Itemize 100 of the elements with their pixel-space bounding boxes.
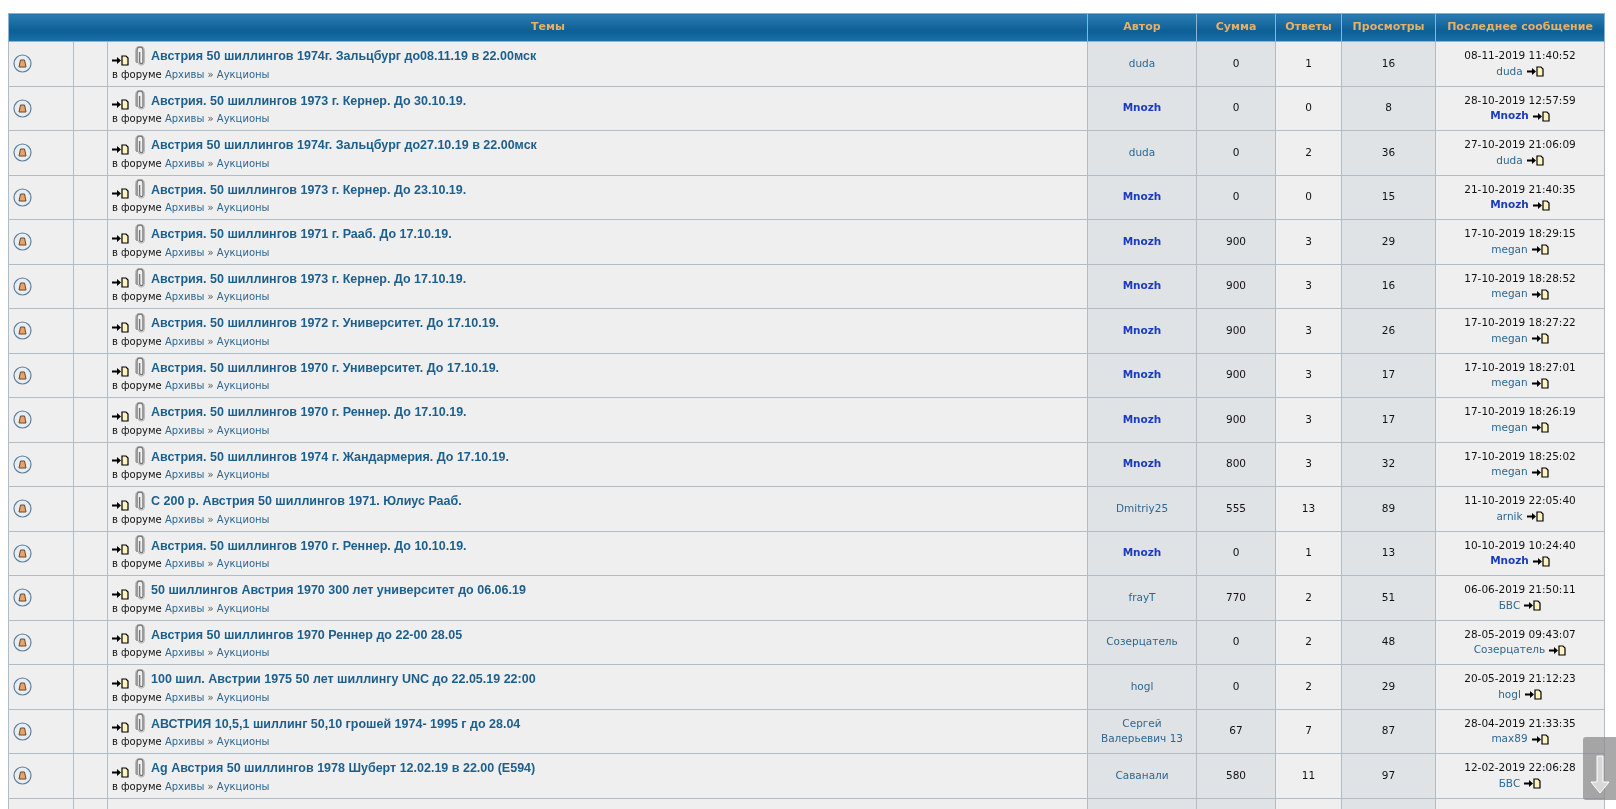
- subforum-link[interactable]: Аукционы: [216, 291, 270, 303]
- arrow-page-icon[interactable]: [112, 544, 129, 556]
- subforum-link[interactable]: Аукционы: [216, 202, 270, 214]
- author-link[interactable]: duda: [1496, 152, 1523, 169]
- arrow-page-icon[interactable]: [1531, 333, 1549, 345]
- forum-link[interactable]: Архивы: [164, 469, 205, 481]
- arrow-page-icon[interactable]: [112, 766, 129, 778]
- topic-link[interactable]: 50 шиллингов Австрия 1970 300 лет университет до 06.06.19: [151, 581, 526, 600]
- topic-link[interactable]: Австрия. 50 шиллингов 1974 г. Жандармерия. До 17.10.19.: [151, 447, 509, 467]
- subforum-link[interactable]: Аукционы: [216, 424, 270, 436]
- author-link[interactable]: Mnozh: [1122, 233, 1162, 250]
- author-link[interactable]: Mnozh: [1122, 411, 1162, 428]
- arrow-page-icon[interactable]: [112, 588, 129, 600]
- topic-link[interactable]: Австрия. 50 шиллингов 1973 г. Кернер. До 30.10.19.: [151, 91, 467, 111]
- author-link[interactable]: Mnozh: [1122, 322, 1162, 339]
- subforum-link[interactable]: Аукционы: [216, 558, 270, 570]
- arrow-page-icon[interactable]: [1532, 110, 1550, 122]
- subforum-link[interactable]: Аукционы: [216, 335, 270, 347]
- forum-link[interactable]: Архивы: [164, 736, 205, 748]
- topic-link[interactable]: Австрия. 50 шиллингов 1970 г. Университет. До 17.10.19.: [151, 358, 500, 378]
- arrow-page-icon[interactable]: [1524, 778, 1542, 790]
- arrow-page-icon[interactable]: [112, 232, 129, 244]
- author-link[interactable]: БВС: [1498, 597, 1521, 614]
- author-link[interactable]: max89: [1491, 731, 1528, 747]
- forum-link[interactable]: Архивы: [164, 602, 205, 614]
- forum-link[interactable]: Архивы: [164, 68, 205, 80]
- author-link[interactable]: Mnozh: [1122, 545, 1162, 562]
- forum-link[interactable]: Архивы: [164, 513, 205, 525]
- arrow-page-icon[interactable]: [112, 499, 129, 511]
- topic-link[interactable]: Австрия. 50 шиллингов 1973 г. Кернер. До 17.10.19.: [151, 269, 467, 289]
- subforum-link[interactable]: Аукционы: [216, 647, 270, 659]
- author-link[interactable]: duda: [1128, 55, 1156, 72]
- author-link[interactable]: Mnozh: [1122, 100, 1162, 117]
- author-link[interactable]: megan: [1491, 419, 1528, 436]
- subforum-link[interactable]: Аукционы: [216, 68, 270, 80]
- subforum-link[interactable]: Аукционы: [216, 157, 270, 169]
- arrow-page-icon[interactable]: [112, 188, 129, 200]
- arrow-page-icon[interactable]: [1532, 199, 1550, 211]
- author-link[interactable]: hogl: [1498, 686, 1521, 703]
- author-link[interactable]: megan: [1491, 286, 1528, 302]
- author-link[interactable]: Mnozh: [1490, 553, 1529, 569]
- arrow-page-icon[interactable]: [1531, 733, 1549, 745]
- author-link[interactable]: Mnozh: [1490, 108, 1529, 124]
- arrow-page-icon[interactable]: [1531, 422, 1549, 434]
- topic-link[interactable]: С 200 р. Австрия 50 шиллингов 1971. Юлиус Рааб.: [151, 492, 462, 511]
- author-link[interactable]: duda: [1128, 144, 1156, 161]
- author-link[interactable]: megan: [1491, 330, 1528, 347]
- topic-link[interactable]: Австрия. 50 шиллингов 1970 г. Реннер. До 10.10.19.: [151, 536, 467, 556]
- subforum-link[interactable]: Аукционы: [216, 513, 270, 525]
- arrow-page-icon[interactable]: [1526, 66, 1544, 78]
- author-link[interactable]: Mnozh: [1122, 456, 1162, 473]
- forum-link[interactable]: Архивы: [164, 380, 205, 392]
- author-link[interactable]: megan: [1491, 375, 1528, 391]
- author-link[interactable]: megan: [1491, 464, 1528, 480]
- arrow-page-icon[interactable]: [112, 410, 129, 422]
- arrow-page-icon[interactable]: [112, 455, 129, 467]
- arrow-page-icon[interactable]: [112, 54, 129, 66]
- author-link[interactable]: Созерцатель: [1473, 642, 1546, 658]
- author-link[interactable]: hogl: [1130, 678, 1154, 695]
- forum-link[interactable]: Архивы: [164, 647, 205, 659]
- author-link[interactable]: frayT: [1128, 589, 1156, 606]
- author-link[interactable]: Dmitriy25: [1115, 500, 1169, 517]
- arrow-page-icon[interactable]: [1524, 689, 1542, 701]
- forum-link[interactable]: Архивы: [164, 291, 205, 303]
- arrow-page-icon[interactable]: [1532, 555, 1550, 567]
- arrow-page-icon[interactable]: [1549, 644, 1567, 656]
- author-link[interactable]: Mnozh: [1122, 278, 1162, 295]
- arrow-page-icon[interactable]: [112, 277, 129, 289]
- arrow-page-icon[interactable]: [1526, 511, 1544, 523]
- subforum-link[interactable]: Аукционы: [216, 780, 270, 792]
- author-link[interactable]: Mnozh: [1122, 189, 1162, 206]
- arrow-page-icon[interactable]: [112, 633, 129, 645]
- forum-link[interactable]: Архивы: [164, 558, 205, 570]
- topic-link[interactable]: Австрия 50 шиллингов 1974г. Зальцбург до27.10.19 в 22.00мск: [151, 136, 537, 155]
- author-link[interactable]: megan: [1491, 241, 1528, 258]
- forum-link[interactable]: Архивы: [164, 202, 205, 214]
- topic-link[interactable]: Австрия. 50 шиллингов 1972 г. Университет. До 17.10.19.: [151, 314, 500, 333]
- subforum-link[interactable]: Аукционы: [216, 602, 270, 614]
- subforum-link[interactable]: Аукционы: [216, 246, 270, 258]
- author-link[interactable]: Саванали: [1115, 767, 1169, 784]
- forum-link[interactable]: Архивы: [164, 424, 205, 436]
- author-link[interactable]: Mnozh: [1490, 197, 1529, 213]
- subforum-link[interactable]: Аукционы: [216, 736, 270, 748]
- forum-link[interactable]: Архивы: [164, 157, 205, 169]
- arrow-page-icon[interactable]: [1526, 155, 1544, 167]
- subforum-link[interactable]: Аукционы: [216, 691, 270, 703]
- arrow-page-icon[interactable]: [1524, 600, 1542, 612]
- topic-link[interactable]: Австрия. 50 шиллингов 1971 г. Рааб. До 17.10.19.: [151, 225, 452, 244]
- topic-link[interactable]: Ag Австрия 50 шиллингов 1978 Шуберт 12.02.19 в 22.00 (E594): [151, 759, 536, 778]
- author-link[interactable]: duda: [1496, 63, 1523, 80]
- topic-link[interactable]: Австрия. 50 шиллингов 1970 г. Реннер. До 17.10.19.: [151, 403, 467, 422]
- author-link[interactable]: БВС: [1498, 775, 1521, 792]
- forum-link[interactable]: Архивы: [164, 780, 205, 792]
- topic-link[interactable]: Австрия 50 шиллингов 1970 Реннер до 22-00 28.05: [151, 625, 463, 645]
- forum-link[interactable]: Архивы: [164, 246, 205, 258]
- arrow-page-icon[interactable]: [1531, 288, 1549, 300]
- arrow-page-icon[interactable]: [112, 99, 129, 111]
- arrow-page-icon[interactable]: [112, 321, 129, 333]
- subforum-link[interactable]: Аукционы: [216, 380, 270, 392]
- arrow-page-icon[interactable]: [112, 366, 129, 378]
